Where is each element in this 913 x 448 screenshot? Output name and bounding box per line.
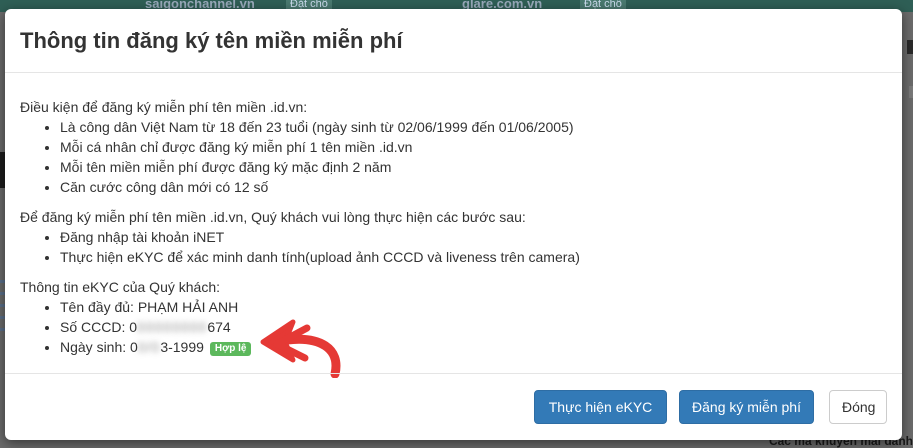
condition-item: Mỗi tên miền miễn phí được đăng ký mặc đ… [60, 157, 574, 177]
step-item: Thực hiện eKYC để xác minh danh tính(upl… [60, 247, 580, 267]
modal-header: Thông tin đăng ký tên miền miễn phí [5, 9, 902, 73]
modal-footer: Thực hiện eKYC Đăng ký miễn phí Đóng [5, 373, 902, 440]
ekyc-intro: Thông tin eKYC của Quý khách: [20, 279, 220, 295]
steps-list: Đăng nhập tài khoản iNET Thực hiện eKYC … [20, 227, 580, 267]
annotation-arrow-icon [260, 319, 341, 378]
perform-ekyc-button[interactable]: Thực hiện eKYC [534, 390, 667, 424]
id-redacted: 00000000 [137, 319, 208, 335]
steps-intro: Để đăng ký miễn phí tên miền .id.vn, Quý… [20, 209, 526, 225]
modal-title: Thông tin đăng ký tên miền miễn phí [20, 28, 403, 53]
dob-label: Ngày sinh: [60, 339, 127, 355]
dob-masked-start: 0 [130, 339, 138, 355]
ekyc-dob-row: Ngày sinh: 00/03-1999 Hợp lệ [60, 337, 252, 357]
modal-body: Điều kiện để đăng ký miễn phí tên miền .… [5, 73, 902, 378]
register-free-button[interactable]: Đăng ký miễn phí [679, 390, 814, 424]
id-label: Số CCCD: [60, 319, 126, 335]
close-button[interactable]: Đóng [829, 390, 887, 424]
ekyc-info-list: Tên đầy đủ: PHẠM HẢI ANH Số CCCD: 000000… [20, 297, 252, 357]
condition-item: Căn cước công dân mới có 12 số [60, 177, 574, 197]
background-edge-mark [907, 40, 913, 54]
valid-badge: Hợp lệ [209, 342, 252, 356]
id-end: 674 [207, 319, 231, 335]
free-domain-modal: Thông tin đăng ký tên miền miễn phí Điều… [5, 9, 902, 440]
full-name-value: PHẠM HẢI ANH [137, 299, 239, 315]
condition-item: Là công dân Việt Nam từ 18 đến 23 tuổi (… [60, 117, 574, 137]
full-name-label: Tên đầy đủ: [60, 299, 134, 315]
ekyc-full-name-row: Tên đầy đủ: PHẠM HẢI ANH [60, 297, 251, 317]
dob-end: 3-1999 [160, 339, 204, 355]
dob-redacted: 0/0 [137, 339, 161, 355]
id-masked-start: 0 [129, 319, 138, 335]
background-edge-line [909, 86, 913, 98]
conditions-intro: Điều kiện để đăng ký miễn phí tên miền .… [20, 99, 308, 115]
step-item: Đăng nhập tài khoản iNET [60, 227, 580, 247]
conditions-list: Là công dân Việt Nam từ 18 đến 23 tuổi (… [20, 117, 574, 197]
ekyc-id-row: Số CCCD: 000000000674 [60, 317, 251, 337]
condition-item: Mỗi cá nhân chỉ được đăng ký miễn phí 1 … [60, 137, 574, 157]
